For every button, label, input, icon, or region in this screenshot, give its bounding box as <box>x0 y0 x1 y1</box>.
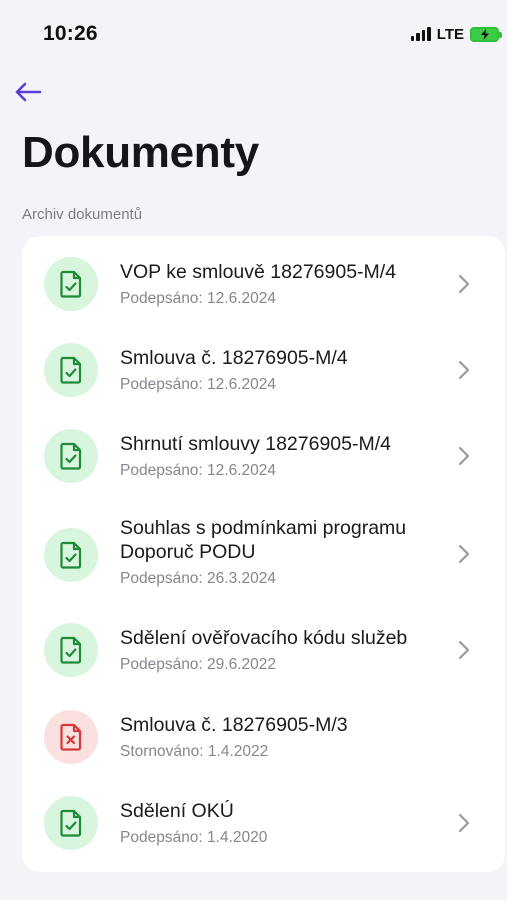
back-button[interactable] <box>12 76 44 108</box>
page-title: Dokumenty <box>22 128 259 177</box>
document-item-sdeleni-oku[interactable]: Sdělení OKÚ Podepsáno: 1.4.2020 <box>22 795 505 851</box>
chevron-right-icon <box>457 360 471 380</box>
document-status: Stornováno: 1.4.2022 <box>120 743 269 760</box>
chevron-right-icon <box>457 274 471 294</box>
document-item-souhlas[interactable]: Souhlas s podmínkami programu Doporuč PO… <box>22 514 505 596</box>
document-title: Smlouva č. 18276905-M/3 <box>120 714 348 736</box>
chevron-right-icon <box>457 813 471 833</box>
document-title: Sdělení ověřovacího kódu služeb <box>120 627 408 649</box>
document-item-shrnuti[interactable]: Shrnutí smlouvy 18276905-M/4 Podepsáno: … <box>22 428 505 484</box>
status-bar: 10:26 LTE <box>0 0 507 66</box>
documents-card: VOP ke smlouvě 18276905-M/4 Podepsáno: 1… <box>22 236 505 872</box>
status-indicators: LTE <box>410 24 502 44</box>
chevron-right-icon <box>457 640 471 660</box>
arrow-left-icon <box>15 82 42 102</box>
document-title: VOP ke smlouvě 18276905-M/4 <box>120 261 397 283</box>
document-status: Podepsáno: 1.4.2020 <box>120 829 268 846</box>
document-title: Smlouva č. 18276905-M/4 <box>120 347 348 369</box>
document-title: Shrnutí smlouvy 18276905-M/4 <box>120 433 391 455</box>
document-title: Sdělení OKÚ <box>120 800 234 822</box>
document-status: Podepsáno: 12.6.2024 <box>120 376 276 393</box>
document-x-icon <box>44 710 98 764</box>
signal-icon <box>410 27 431 41</box>
document-item-smlouva-m4[interactable]: Smlouva č. 18276905-M/4 Podepsáno: 12.6.… <box>22 342 505 398</box>
document-check-icon <box>44 796 98 850</box>
document-check-icon <box>44 528 98 582</box>
chevron-right-icon <box>457 446 471 466</box>
document-title-line1: Souhlas s podmínkami programu <box>120 517 407 539</box>
document-status: Podepsáno: 29.6.2022 <box>120 656 276 673</box>
document-item-smlouva-m3[interactable]: Smlouva č. 18276905-M/3 Stornováno: 1.4.… <box>22 709 505 765</box>
document-status: Podepsáno: 12.6.2024 <box>120 290 276 307</box>
document-item-vop[interactable]: VOP ke smlouvě 18276905-M/4 Podepsáno: 1… <box>22 256 505 312</box>
chevron-right-icon <box>457 544 471 564</box>
document-check-icon <box>44 343 98 397</box>
document-title-line2: Doporuč PODU <box>120 541 256 563</box>
document-status: Podepsáno: 12.6.2024 <box>120 462 276 479</box>
document-check-icon <box>44 429 98 483</box>
battery-icon <box>470 26 502 42</box>
document-item-sdeleni-kodu[interactable]: Sdělení ověřovacího kódu služeb Podepsán… <box>22 622 505 678</box>
section-label: Archiv dokumentů <box>22 206 143 223</box>
document-status: Podepsáno: 26.3.2024 <box>120 570 276 587</box>
status-time: 10:26 <box>43 22 98 45</box>
document-check-icon <box>44 623 98 677</box>
network-label: LTE <box>436 25 464 43</box>
document-check-icon <box>44 257 98 311</box>
